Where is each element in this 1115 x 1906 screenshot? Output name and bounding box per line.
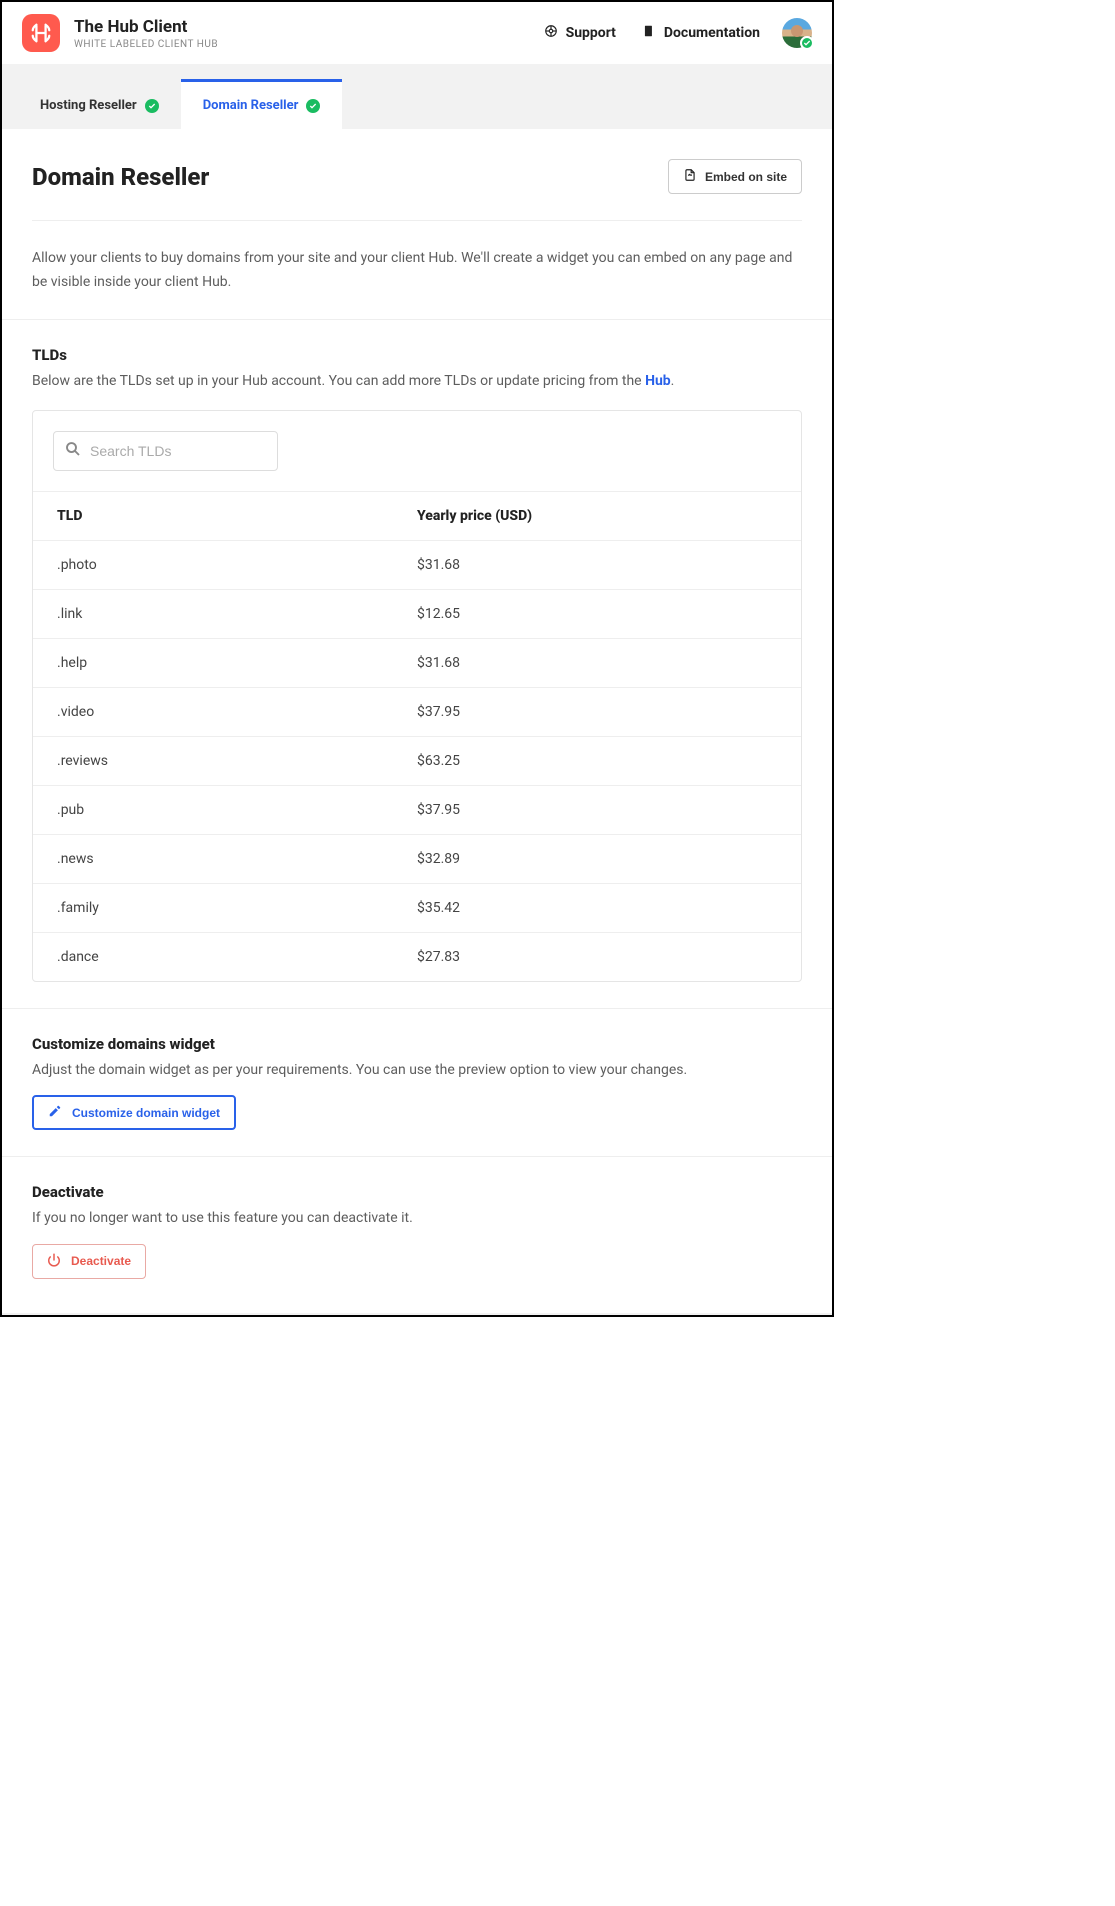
page-description: Allow your clients to buy domains from y… xyxy=(32,247,802,295)
app-logo xyxy=(22,14,60,52)
tlds-subtitle: Below are the TLDs set up in your Hub ac… xyxy=(32,370,802,392)
deactivate-subtitle: If you no longer want to use this featur… xyxy=(32,1207,802,1229)
price-cell: $31.68 xyxy=(417,557,777,573)
deactivate-title: Deactivate xyxy=(32,1183,802,1201)
table-row: .news$32.89 xyxy=(33,834,801,883)
brand-block: The Hub Client WHITE LABELED CLIENT HUB xyxy=(74,17,218,50)
tld-card: TLD Yearly price (USD) .photo$31.68.link… xyxy=(32,410,802,982)
table-row: .help$31.68 xyxy=(33,638,801,687)
tld-cell: .video xyxy=(57,704,417,720)
customize-section: Customize domains widget Adjust the doma… xyxy=(2,1008,832,1156)
tab-hosting-reseller[interactable]: Hosting Reseller xyxy=(18,82,181,129)
tld-cell: .family xyxy=(57,900,417,916)
online-status-badge xyxy=(800,36,814,50)
tab-domain-reseller[interactable]: Domain Reseller xyxy=(181,79,343,129)
deactivate-section: Deactivate If you no longer want to use … xyxy=(2,1156,832,1312)
customize-subtitle: Adjust the domain widget as per your req… xyxy=(32,1059,802,1081)
tlds-title: TLDs xyxy=(32,346,802,364)
tab-hosting-label: Hosting Reseller xyxy=(40,98,137,113)
price-cell: $31.68 xyxy=(417,655,777,671)
search-input[interactable] xyxy=(90,443,271,459)
check-icon xyxy=(145,99,159,113)
price-cell: $37.95 xyxy=(417,802,777,818)
price-cell: $37.95 xyxy=(417,704,777,720)
tld-cell: .photo xyxy=(57,557,417,573)
documentation-label: Documentation xyxy=(664,25,760,41)
table-row: .photo$31.68 xyxy=(33,540,801,589)
embed-label: Embed on site xyxy=(705,170,787,184)
customize-widget-button[interactable]: Customize domain widget xyxy=(32,1095,236,1130)
embed-on-site-button[interactable]: Embed on site xyxy=(668,159,802,194)
price-cell: $63.25 xyxy=(417,753,777,769)
support-icon xyxy=(544,24,558,42)
main-panel: Domain Reseller Embed on site Allow your… xyxy=(2,129,832,1313)
tld-cell: .reviews xyxy=(57,753,417,769)
tld-cell: .link xyxy=(57,606,417,622)
table-row: .reviews$63.25 xyxy=(33,736,801,785)
price-cell: $27.83 xyxy=(417,949,777,965)
tld-table-body[interactable]: .photo$31.68.link$12.65.help$31.68.video… xyxy=(33,540,801,981)
page-body: Hosting Reseller Domain Reseller Domain … xyxy=(2,64,832,1315)
tab-domain-label: Domain Reseller xyxy=(203,98,299,113)
book-icon xyxy=(642,24,656,42)
user-avatar[interactable] xyxy=(782,18,812,48)
app-header: The Hub Client WHITE LABELED CLIENT HUB … xyxy=(2,2,832,64)
table-row: .pub$37.95 xyxy=(33,785,801,834)
table-row: .dance$27.83 xyxy=(33,932,801,981)
price-cell: $12.65 xyxy=(417,606,777,622)
price-cell: $35.42 xyxy=(417,900,777,916)
tlds-subtitle-text: Below are the TLDs set up in your Hub ac… xyxy=(32,373,645,389)
table-row: .link$12.65 xyxy=(33,589,801,638)
brand-title: The Hub Client xyxy=(74,17,218,37)
table-row: .family$35.42 xyxy=(33,883,801,932)
reseller-tabs: Hosting Reseller Domain Reseller xyxy=(2,64,832,129)
col-price: Yearly price (USD) xyxy=(417,508,777,524)
hub-link[interactable]: Hub xyxy=(645,373,671,389)
tld-cell: .dance xyxy=(57,949,417,965)
tld-cell: .help xyxy=(57,655,417,671)
tld-table-header: TLD Yearly price (USD) xyxy=(33,491,801,540)
check-icon xyxy=(306,99,320,113)
brand-subtitle: WHITE LABELED CLIENT HUB xyxy=(74,39,218,50)
deactivate-btn-label: Deactivate xyxy=(71,1254,131,1268)
tlds-section: TLDs Below are the TLDs set up in your H… xyxy=(2,319,832,1008)
page-title: Domain Reseller xyxy=(32,163,209,191)
deactivate-button[interactable]: Deactivate xyxy=(32,1244,146,1279)
search-box[interactable] xyxy=(53,431,278,471)
search-icon xyxy=(64,440,82,462)
customize-btn-label: Customize domain widget xyxy=(72,1106,220,1120)
customize-title: Customize domains widget xyxy=(32,1035,802,1053)
tld-cell: .news xyxy=(57,851,417,867)
support-label: Support xyxy=(566,25,616,41)
power-icon xyxy=(47,1253,61,1270)
support-link[interactable]: Support xyxy=(544,24,616,42)
price-cell: $32.89 xyxy=(417,851,777,867)
pencil-icon xyxy=(48,1104,62,1121)
embed-icon xyxy=(683,168,697,185)
documentation-link[interactable]: Documentation xyxy=(642,24,760,42)
tld-cell: .pub xyxy=(57,802,417,818)
col-tld: TLD xyxy=(57,508,417,524)
table-row: .video$37.95 xyxy=(33,687,801,736)
